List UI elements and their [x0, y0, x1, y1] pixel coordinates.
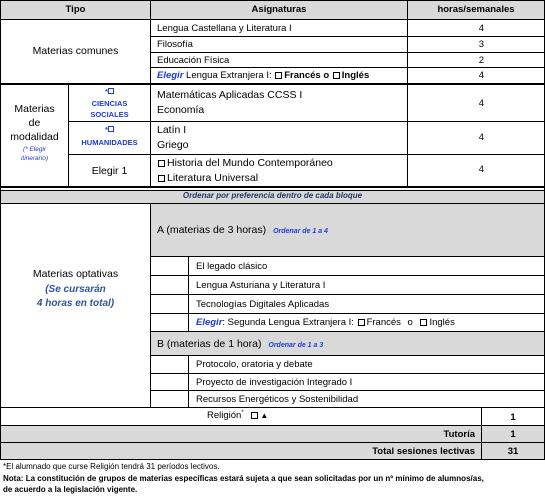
lengua-extranjera-text: Lengua Extranjera I: — [186, 70, 272, 81]
total-hours: 31 — [507, 446, 519, 457]
block-a-item-3: Tecnologías Digitales Aplicadas — [196, 299, 330, 310]
block-b-title: B (materias de 1 hora) — [157, 338, 262, 350]
ciencias-hours: 4 — [478, 98, 484, 109]
religion-row[interactable]: Religión* ▲ — [207, 410, 268, 422]
modalidad-note-2: itinerario) — [20, 155, 49, 162]
religion-label: Religión — [207, 410, 242, 422]
frances-2-checkbox[interactable] — [357, 319, 365, 326]
comunes-label: Materias comunes — [32, 45, 119, 57]
frances-label: Francés — [284, 70, 321, 81]
humanidades-hours: 4 — [478, 132, 484, 143]
block-b-order: Ordenar de 1 a 3 — [268, 342, 324, 349]
comunes-hours-3: 2 — [478, 55, 484, 66]
footnote-nota: Nota: La constitución de grupos de mater… — [3, 474, 484, 484]
modalidad-note-1: (* Elegir — [22, 146, 47, 153]
elegir1-option-2[interactable]: Literatura Universal — [157, 172, 258, 185]
elegir1-hours: 4 — [478, 164, 484, 175]
nota-label: Nota: — [3, 474, 24, 483]
lengua-extranjera-row: Elegir Lengua Extranjera I: Francés o In… — [157, 70, 369, 81]
comunes-subject-1: Lengua Castellana y Literatura I — [157, 23, 292, 34]
footnote-legislacion: de acuerdo a la legislación vigente. — [3, 485, 138, 494]
optativas-note-2: 4 horas en total) — [36, 298, 115, 309]
ciencias-subject-2: Economía — [157, 104, 205, 116]
tutoria-label: Tutoría — [443, 429, 476, 440]
literatura-label: Literatura Universal — [167, 172, 259, 184]
tutoria-hours: 1 — [510, 429, 516, 440]
humanidades-subject-2: Griego — [157, 139, 189, 151]
comunes-subject-2: Filosofía — [157, 39, 193, 50]
header-tipo: Tipo — [65, 4, 86, 15]
modalidad-label-3: modalidad — [10, 131, 59, 143]
frances-2-label: Francés — [366, 317, 401, 328]
block-a-header: A (materias de 3 horas) Ordenar de 1 a 4 — [157, 224, 328, 237]
modalidad-label-1: Materias — [14, 103, 55, 115]
or-label-2: o — [407, 317, 413, 328]
order-note: Ordenar por preferencia dentro de cada b… — [182, 191, 363, 200]
elegir1-label: Elegir 1 — [91, 165, 128, 177]
historia-checkbox[interactable] — [158, 160, 165, 167]
literatura-checkbox[interactable] — [158, 175, 165, 182]
optativas-label: Materias optativas — [32, 268, 119, 280]
block-a-item-4: Elegir: Segunda Lengua Extranjera I: Fra… — [196, 317, 455, 328]
block-a-title: A (materias de 3 horas) — [157, 224, 267, 236]
religion-mark: * — [241, 410, 244, 416]
historia-label: Historia del Mundo Contemporáneo — [167, 157, 333, 169]
optativas-note-1: (Se cursarán — [45, 284, 106, 295]
comunes-hours-2: 3 — [478, 39, 484, 50]
religion-hours: 1 — [510, 412, 516, 423]
religion-checkbox[interactable] — [251, 412, 259, 420]
ciencias-selector[interactable]: * — [69, 87, 150, 96]
block-b-item-3: Recursos Energéticos y Sostenibilidad — [196, 394, 359, 405]
header-horas: horas/semanales — [437, 4, 515, 15]
ciencias-checkbox[interactable] — [107, 88, 114, 94]
elegir-label-2: Elegir — [196, 317, 223, 328]
ciencias-line-2: SOCIALES — [90, 110, 129, 119]
ingles-2-checkbox[interactable] — [420, 319, 428, 326]
or-label: o — [323, 70, 330, 81]
block-a-item-1: El legado clásico — [196, 261, 268, 272]
ciencias-subject-1: Matemáticas Aplicadas CCSS I — [157, 89, 303, 101]
humanidades-subject-1: Latín I — [157, 124, 187, 136]
segunda-lengua-text: : Segunda Lengua Extranjera I: — [222, 317, 354, 328]
lengua-extranjera-hours: 4 — [478, 70, 484, 81]
humanidades-selector[interactable]: * — [69, 125, 150, 134]
ingles-2-label: Inglés — [429, 317, 455, 328]
elegir-label: Elegir — [157, 70, 184, 81]
humanidades-checkbox[interactable] — [107, 126, 114, 132]
church-icon: ▲ — [260, 411, 269, 421]
block-b-item-1: Protocolo, oratoria y debate — [196, 359, 313, 370]
comunes-hours-1: 4 — [478, 23, 484, 34]
comunes-subject-3: Educación Física — [157, 55, 230, 66]
ingles-checkbox[interactable] — [332, 72, 340, 79]
humanidades-line-1: HUMANIDADES — [81, 138, 138, 147]
block-b-item-2: Proyecto de investigación Integrado I — [196, 377, 353, 388]
footnote-religion: *El alumnado que curse Religión tendrá 3… — [3, 462, 220, 471]
elegir1-option-1[interactable]: Historia del Mundo Contemporáneo — [157, 157, 333, 170]
ingles-label: Inglés — [341, 70, 370, 81]
header-asignaturas: Asignaturas — [251, 4, 307, 15]
block-b-header: B (materias de 1 hora) Ordenar de 1 a 3 — [157, 338, 323, 351]
block-a-order: Ordenar de 1 a 4 — [273, 228, 328, 235]
nota-text: La constitución de grupos de materias es… — [25, 474, 484, 483]
frances-checkbox[interactable] — [275, 72, 283, 79]
enrollment-form: Tipo Asignaturas horas/semanales Materia… — [0, 0, 545, 496]
ciencias-line-1: CIENCIAS — [91, 99, 128, 108]
block-a-item-2: Lengua Asturiana y Literatura I — [196, 280, 326, 291]
modalidad-label-2: de — [28, 117, 41, 129]
total-label: Total sesiones lectivas — [372, 446, 475, 457]
